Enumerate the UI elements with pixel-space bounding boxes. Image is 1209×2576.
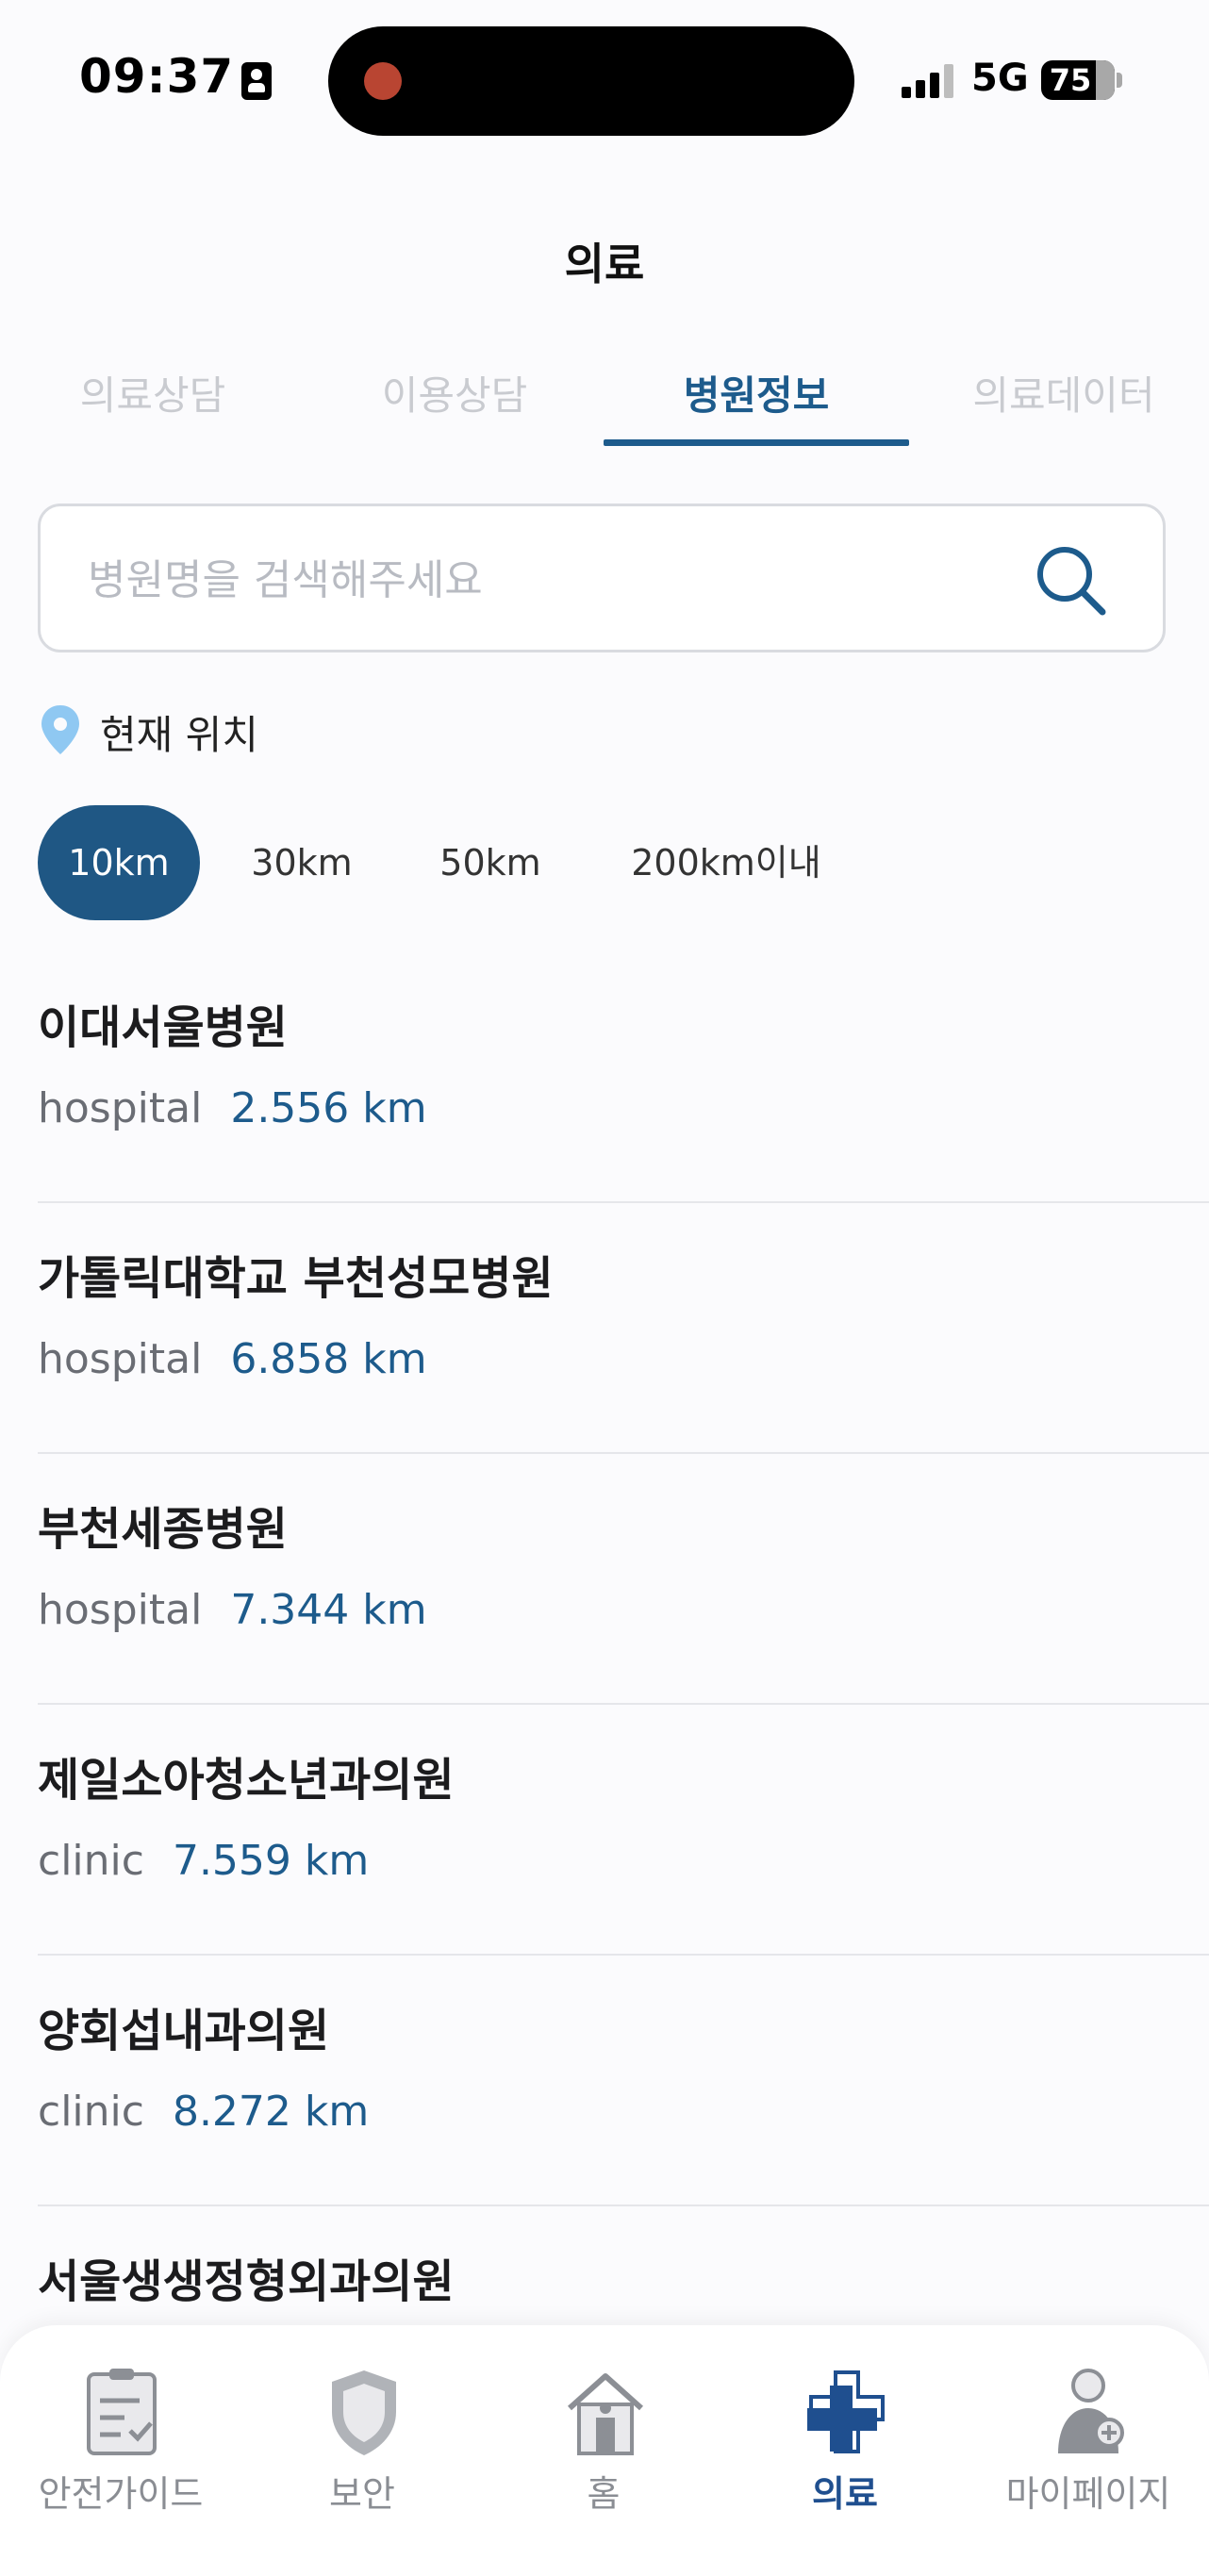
hospital-name: 양회섭내과의원 [38, 2005, 330, 2057]
bottom-tab-bar: 안전가이드 보안 홈 의료 마이페이지 [0, 2325, 1209, 2576]
tab-medical-consult[interactable]: 의료상담 [0, 368, 306, 445]
contact-card-icon [241, 62, 272, 100]
nav-mypage[interactable]: 마이페이지 [968, 2325, 1209, 2576]
battery-level: 75 [1049, 62, 1092, 98]
nav-label: 마이페이지 [1005, 2473, 1171, 2515]
nav-label: 보안 [329, 2473, 395, 2515]
location-pin-icon [41, 705, 79, 754]
hospital-list-item[interactable]: 이대서울병원 hospital 2.556 km [38, 952, 1209, 1203]
hospital-meta: clinic 7.559 km [38, 1837, 369, 1885]
status-bar: 09:37 5G 75 [0, 0, 1209, 141]
nav-security[interactable]: 보안 [241, 2325, 483, 2576]
hospital-meta: hospital 2.556 km [38, 1084, 427, 1132]
search-box [38, 504, 1166, 652]
page-title: 의료 [564, 239, 645, 289]
hospital-name: 부천세종병원 [38, 1503, 288, 1556]
hospital-type: hospital [38, 1084, 203, 1132]
hospital-distance: 6.858 km [230, 1335, 427, 1383]
hospital-meta: hospital 6.858 km [38, 1335, 427, 1383]
dynamic-island [328, 26, 854, 136]
shield-icon [332, 2370, 396, 2455]
hospital-name: 가톨릭대학교 부천성모병원 [38, 1252, 554, 1305]
cellular-signal-icon [902, 62, 954, 98]
location-label: 현재 위치 [100, 712, 258, 758]
search-icon[interactable] [1031, 540, 1112, 621]
search-input[interactable] [88, 544, 1012, 616]
hospital-type: clinic [38, 1837, 144, 1885]
hospital-distance: 7.559 km [172, 1837, 370, 1885]
nav-label: 의료 [812, 2473, 878, 2515]
tab-hospital-info[interactable]: 병원정보 [604, 368, 909, 445]
hospital-list-item[interactable]: 부천세종병원 hospital 7.344 km [38, 1454, 1209, 1705]
nav-medical[interactable]: 의료 [724, 2325, 966, 2576]
hospital-type: hospital [38, 1335, 203, 1383]
status-time: 09:37 [79, 49, 235, 104]
nav-safety-guide[interactable]: 안전가이드 [0, 2325, 241, 2576]
network-type: 5G [971, 57, 1029, 100]
distance-chip-50km[interactable]: 50km [415, 805, 566, 920]
hospital-list-item[interactable]: 제일소아청소년과의원 clinic 7.559 km [38, 1705, 1209, 1956]
home-icon [567, 2373, 644, 2455]
active-tab-indicator [604, 439, 909, 446]
nav-label: 안전가이드 [38, 2473, 204, 2515]
nav-label: 홈 [587, 2473, 621, 2515]
tab-medical-data[interactable]: 의료데이터 [911, 368, 1209, 445]
hospital-name: 제일소아청소년과의원 [38, 1754, 455, 1807]
hospital-list-item[interactable]: 양회섭내과의원 clinic 8.272 km [38, 1956, 1209, 2206]
hospital-meta: clinic 8.272 km [38, 2088, 369, 2136]
tab-usage-consult[interactable]: 이용상담 [302, 368, 607, 445]
hospital-meta: hospital 7.344 km [38, 1586, 427, 1634]
hospital-type: hospital [38, 1586, 203, 1634]
battery-cap [1117, 73, 1122, 88]
medical-cross-icon [807, 2370, 885, 2453]
distance-chip-200km[interactable]: 200km이내 [604, 805, 849, 920]
hospital-distance: 8.272 km [172, 2088, 370, 2136]
hospital-distance: 7.344 km [230, 1586, 427, 1634]
hospital-name: 이대서울병원 [38, 1001, 288, 1054]
app-screen: 09:37 5G 75 의료 의료상담 이용상담 병원정보 의료데이터 병원명을… [0, 0, 1209, 2576]
distance-filter: 10km 30km 50km 200km이내 [38, 805, 1169, 920]
recording-indicator-icon [364, 62, 402, 100]
hospital-list-item[interactable]: 가톨릭대학교 부천성모병원 hospital 6.858 km [38, 1203, 1209, 1454]
hospital-name: 서울생생정형외과의원 [38, 2255, 455, 2308]
user-icon [1058, 2369, 1124, 2453]
nav-home[interactable]: 홈 [483, 2325, 724, 2576]
hospital-distance: 2.556 km [230, 1084, 427, 1132]
checklist-icon [87, 2369, 157, 2455]
battery-icon: 75 [1041, 60, 1115, 100]
distance-chip-10km[interactable]: 10km [38, 805, 200, 920]
distance-chip-30km[interactable]: 30km [226, 805, 377, 920]
hospital-type: clinic [38, 2088, 144, 2136]
